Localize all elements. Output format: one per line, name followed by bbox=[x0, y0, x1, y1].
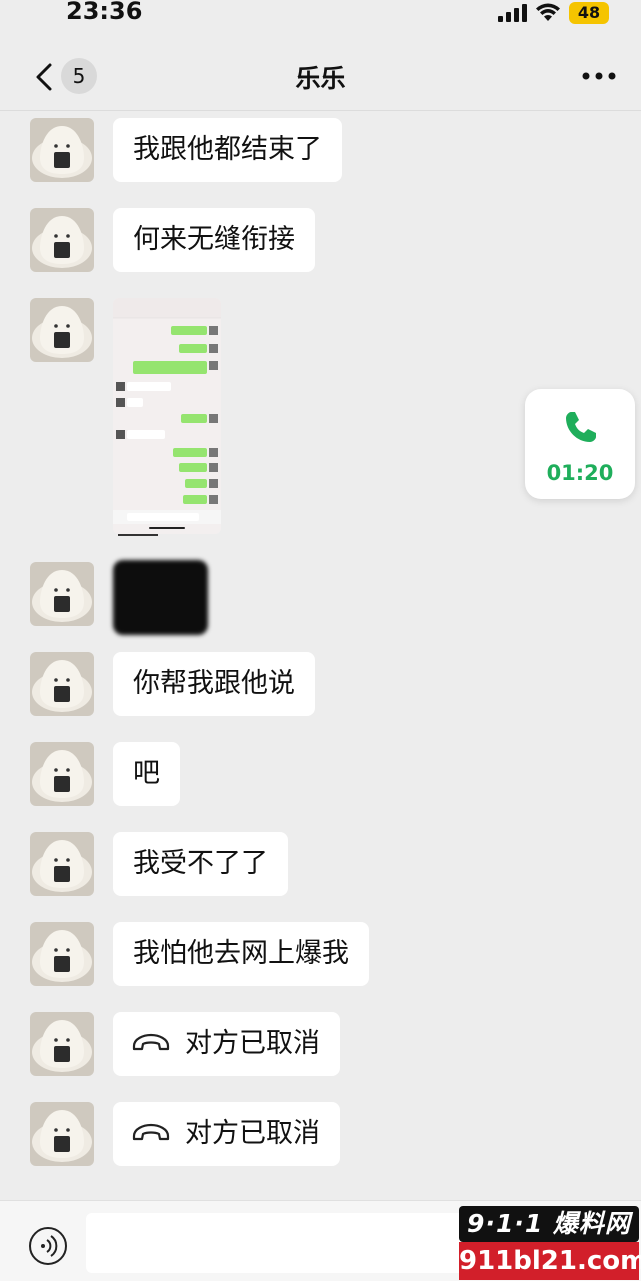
avatar[interactable] bbox=[30, 562, 94, 626]
call-message-bubble[interactable]: 对方已取消 bbox=[113, 1102, 340, 1166]
watermark-logo: 9·1·1 爆料网 911bl21.com bbox=[459, 1204, 641, 1280]
message-bubble[interactable]: 吧 bbox=[113, 742, 180, 806]
avatar[interactable] bbox=[30, 832, 94, 896]
floating-call-widget[interactable]: 01:20 bbox=[525, 389, 635, 499]
rice-ball-avatar-icon bbox=[30, 208, 94, 272]
avatar[interactable] bbox=[30, 298, 94, 362]
chat-screenshot-image bbox=[113, 298, 221, 534]
chat-title: 乐乐 bbox=[295, 64, 346, 93]
message-bubble[interactable]: 何来无缝衔接 bbox=[113, 208, 315, 272]
rice-ball-avatar-icon bbox=[30, 298, 94, 362]
avatar[interactable] bbox=[30, 1012, 94, 1076]
rice-ball-avatar-icon bbox=[30, 1102, 94, 1166]
hang-up-phone-icon bbox=[132, 1123, 170, 1140]
rice-ball-avatar-icon bbox=[30, 1012, 94, 1076]
battery-indicator: 48 bbox=[569, 2, 609, 24]
voice-input-button[interactable] bbox=[29, 1227, 67, 1265]
message-bubble[interactable]: 我怕他去网上爆我 bbox=[113, 922, 369, 986]
avatar[interactable] bbox=[30, 922, 94, 986]
status-time: 23:36 bbox=[66, 0, 143, 25]
hang-up-phone-icon bbox=[132, 1033, 170, 1050]
message-bubble[interactable]: 你帮我跟他说 bbox=[113, 652, 315, 716]
avatar[interactable] bbox=[30, 1102, 94, 1166]
message-bubble[interactable]: 我受不了了 bbox=[113, 832, 288, 896]
wifi-icon bbox=[536, 3, 560, 21]
status-bar: 23:36 48 bbox=[0, 0, 641, 34]
rice-ball-avatar-icon bbox=[30, 118, 94, 182]
censored-message bbox=[113, 560, 208, 635]
rice-ball-avatar-icon bbox=[30, 922, 94, 986]
avatar[interactable] bbox=[30, 652, 94, 716]
chat-header: 5 乐乐 bbox=[0, 44, 641, 111]
avatar[interactable] bbox=[30, 208, 94, 272]
rice-ball-avatar-icon bbox=[30, 562, 94, 626]
avatar[interactable] bbox=[30, 118, 94, 182]
image-message[interactable] bbox=[113, 298, 221, 534]
message-bubble[interactable]: 我跟他都结束了 bbox=[113, 118, 342, 182]
avatar[interactable] bbox=[30, 742, 94, 806]
call-message-bubble[interactable]: 对方已取消 bbox=[113, 1012, 340, 1076]
call-status-text: 对方已取消 bbox=[185, 1028, 320, 1059]
image-indicator bbox=[118, 534, 158, 536]
phone-icon bbox=[566, 412, 596, 442]
call-duration: 01:20 bbox=[546, 461, 614, 485]
voice-wave-icon bbox=[41, 1235, 58, 1257]
watermark-brand: 9·1·1 爆料网 bbox=[459, 1206, 639, 1242]
rice-ball-avatar-icon bbox=[30, 832, 94, 896]
rice-ball-avatar-icon bbox=[30, 652, 94, 716]
call-status-text: 对方已取消 bbox=[185, 1118, 320, 1149]
more-options-icon[interactable] bbox=[582, 70, 616, 82]
rice-ball-avatar-icon bbox=[30, 742, 94, 806]
watermark-url: 911bl21.com bbox=[459, 1242, 641, 1280]
signal-icon bbox=[498, 4, 527, 22]
